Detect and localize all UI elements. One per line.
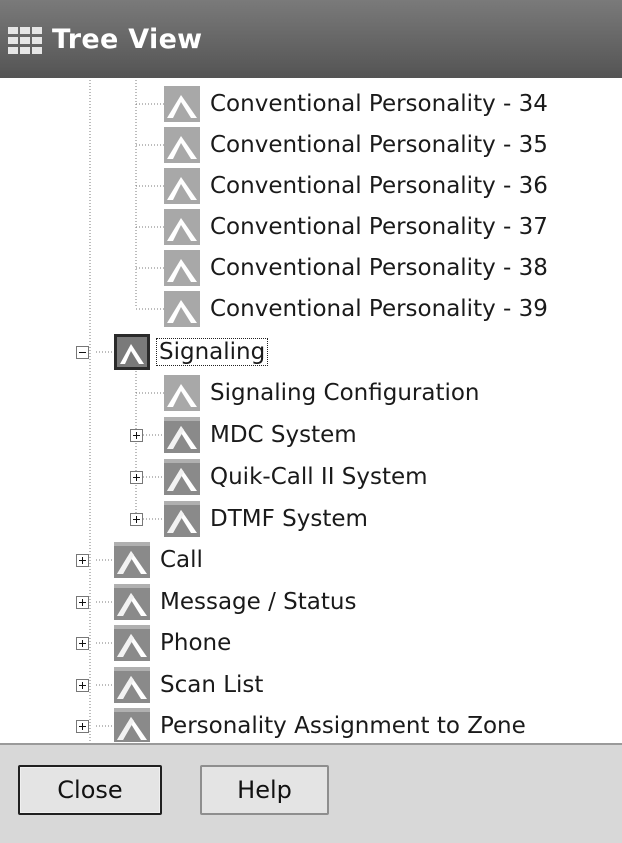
personality-icon xyxy=(164,86,200,122)
scan-list-icon xyxy=(114,667,150,703)
window-title: Tree View xyxy=(52,24,203,55)
tree-item-personality-34[interactable]: Conventional Personality - 34 xyxy=(164,83,548,125)
tree-item-label: Conventional Personality - 34 xyxy=(210,91,548,117)
tree-item-label: Signaling xyxy=(156,338,269,366)
personality-icon xyxy=(164,168,200,204)
tree-item-scan-list[interactable]: Scan List xyxy=(114,664,263,706)
close-button[interactable]: Close xyxy=(18,765,162,815)
phone-icon xyxy=(114,625,150,661)
call-icon xyxy=(114,542,150,578)
message-status-icon xyxy=(114,584,150,620)
expand-toggle-call[interactable] xyxy=(76,554,89,567)
tree-item-quik-call-system[interactable]: Quik-Call II System xyxy=(164,456,428,498)
title-bar: Tree View xyxy=(0,0,622,78)
expand-toggle-scan-list[interactable] xyxy=(76,679,89,692)
expand-toggle-personality-assignment[interactable] xyxy=(76,720,89,733)
grid-window-icon xyxy=(8,27,42,54)
signaling-icon xyxy=(114,334,150,370)
tree-item-label: Scan List xyxy=(160,672,264,698)
tree-item-personality-36[interactable]: Conventional Personality - 36 xyxy=(164,165,548,207)
tree-item-personality-35[interactable]: Conventional Personality - 35 xyxy=(164,124,548,166)
tree-item-label: Personality Assignment to Zone xyxy=(160,713,526,739)
personality-icon xyxy=(164,209,200,245)
tree-item-label: Call xyxy=(160,547,203,573)
tree-item-label: Quik-Call II System xyxy=(210,464,428,490)
tree-item-label: Conventional Personality - 37 xyxy=(210,214,548,240)
tree-item-personality-39[interactable]: Conventional Personality - 39 xyxy=(164,288,548,330)
tree-item-label: Message / Status xyxy=(160,589,357,615)
personality-icon xyxy=(164,250,200,286)
expand-toggle-quik-call-system[interactable] xyxy=(130,471,143,484)
tree-item-label: Phone xyxy=(160,630,232,656)
tree-panel[interactable]: Conventional Personality - 34 Convention… xyxy=(6,80,622,742)
personality-icon xyxy=(164,291,200,327)
expand-toggle-mdc-system[interactable] xyxy=(130,429,143,442)
tree-item-personality-38[interactable]: Conventional Personality - 38 xyxy=(164,247,548,289)
tree-item-personality-assignment[interactable]: Personality Assignment to Zone xyxy=(114,705,526,742)
personality-icon xyxy=(164,127,200,163)
tree-item-label: Conventional Personality - 38 xyxy=(210,255,548,281)
tree-item-message-status[interactable]: Message / Status xyxy=(114,581,356,623)
tree-item-personality-37[interactable]: Conventional Personality - 37 xyxy=(164,206,548,248)
tree-item-label: Signaling Configuration xyxy=(210,380,480,406)
tree-item-label: MDC System xyxy=(210,422,357,448)
collapse-toggle-signaling[interactable] xyxy=(76,346,89,359)
dtmf-system-icon xyxy=(164,501,200,537)
tree-item-signaling[interactable]: Signaling xyxy=(114,331,269,373)
tree-item-label: Conventional Personality - 35 xyxy=(210,132,548,158)
tree-item-label: DTMF System xyxy=(210,506,368,532)
tree-item-phone[interactable]: Phone xyxy=(114,622,231,664)
tree-item-signaling-configuration[interactable]: Signaling Configuration xyxy=(164,372,480,414)
tree-item-dtmf-system[interactable]: DTMF System xyxy=(164,498,368,540)
help-button[interactable]: Help xyxy=(200,765,329,815)
tree-item-mdc-system[interactable]: MDC System xyxy=(164,414,357,456)
tree-item-call[interactable]: Call xyxy=(114,539,203,581)
tree-item-label: Conventional Personality - 36 xyxy=(210,173,548,199)
expand-toggle-message-status[interactable] xyxy=(76,596,89,609)
expand-toggle-dtmf-system[interactable] xyxy=(130,513,143,526)
personality-assignment-icon xyxy=(114,708,150,742)
tree-item-label: Conventional Personality - 39 xyxy=(210,296,548,322)
quik-call-system-icon xyxy=(164,459,200,495)
tree-view-window: Tree View Conventional Personality - 34 … xyxy=(0,0,622,843)
expand-toggle-phone[interactable] xyxy=(76,637,89,650)
signaling-configuration-icon xyxy=(164,375,200,411)
mdc-system-icon xyxy=(164,417,200,453)
button-bar: Close Help xyxy=(0,743,622,843)
